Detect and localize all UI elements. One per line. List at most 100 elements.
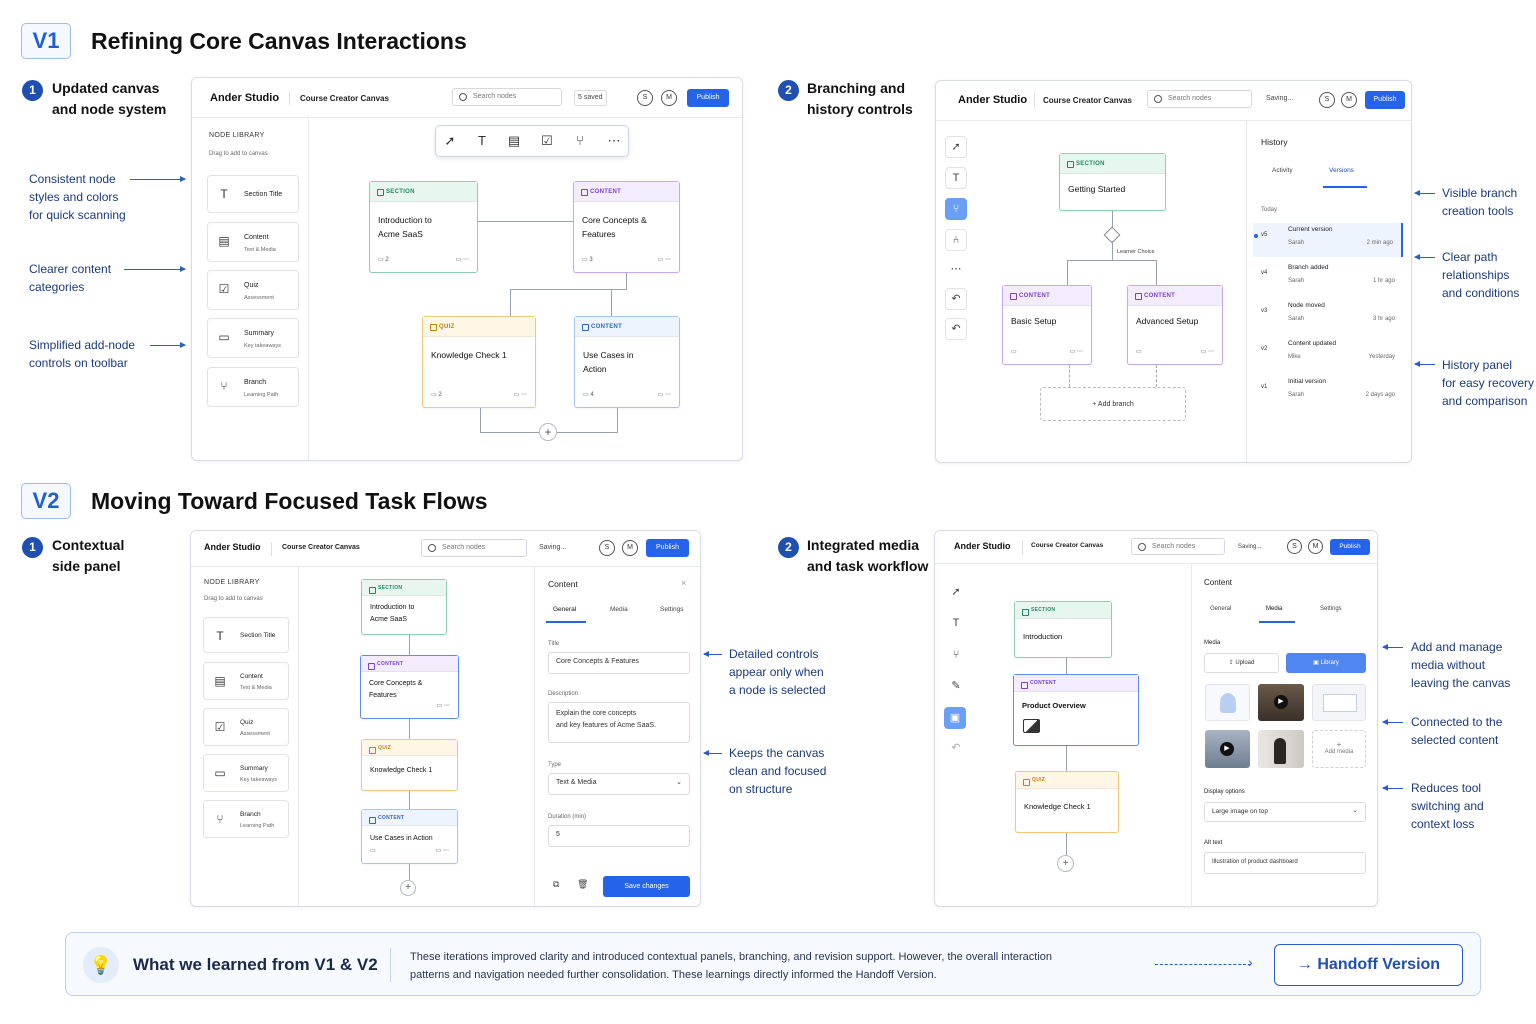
upload-button[interactable]: ⇪ Upload [1204, 653, 1279, 673]
tab-versions[interactable]: Versions [1329, 167, 1354, 174]
tab-settings[interactable]: Settings [660, 606, 684, 613]
version-item[interactable]: v5 Current version Sarah 2 min ago [1253, 223, 1403, 257]
more-icon[interactable]: ⋯ [945, 259, 967, 281]
avatar[interactable]: M [661, 90, 677, 106]
publish-button[interactable]: Publish [1330, 539, 1370, 555]
add-media-tile[interactable]: + Add media [1312, 730, 1366, 768]
branch-tool-icon[interactable]: ⑂ [945, 198, 967, 220]
alt-text-field[interactable]: Illustration of product dashboard [1204, 852, 1366, 874]
version-item[interactable]: v2 Content updated Mike Yesterday [1253, 337, 1403, 371]
node-quiz[interactable]: QUIZ Knowledge Check 1 [361, 739, 458, 791]
node-section[interactable]: SECTION Getting Started [1059, 153, 1166, 211]
version-item[interactable]: v1 Initial version Sarah 2 days ago [1253, 375, 1403, 409]
avatar[interactable]: S [1287, 539, 1302, 554]
pointer-icon[interactable]: ➚ [945, 582, 967, 604]
photo-thumbnail[interactable] [1258, 730, 1304, 768]
avatar[interactable]: M [1341, 92, 1357, 108]
video-thumbnail[interactable]: ▶ [1205, 730, 1250, 768]
duration-field[interactable]: 5 [548, 825, 690, 847]
avatar[interactable]: S [599, 540, 615, 556]
dashboard-thumbnail[interactable] [1312, 684, 1366, 721]
add-node-button[interactable]: + [1057, 855, 1074, 872]
handoff-version-button[interactable]: → Handoff Version [1274, 944, 1463, 986]
version-item[interactable]: v4 Branch added Sarah 1 hr ago [1253, 261, 1403, 295]
undo-icon[interactable]: ↶ [945, 738, 967, 760]
media-thumbnail[interactable] [1205, 684, 1250, 721]
tab-settings[interactable]: Settings [1320, 606, 1342, 612]
more-icon[interactable]: ▭ ⋯ [436, 847, 449, 854]
search-input[interactable]: Search nodes [421, 539, 527, 557]
tab-general[interactable]: General [1210, 606, 1231, 612]
close-icon[interactable]: × [681, 578, 686, 588]
node-section[interactable]: SECTION Introduction [1014, 601, 1112, 658]
add-node-button[interactable]: + [400, 880, 416, 896]
description-field[interactable]: Explain the core concepts and key featur… [548, 702, 690, 743]
library-item-summary[interactable]: ▭ Summary Key takeaways [203, 754, 289, 792]
tab-general[interactable]: General [553, 606, 576, 613]
text-tool-icon[interactable]: T [472, 131, 492, 151]
library-button[interactable]: ▣ Library [1286, 653, 1366, 673]
trash-icon[interactable]: 🗑 [577, 879, 588, 890]
publish-button[interactable]: Publish [687, 89, 729, 107]
more-icon[interactable]: ▭ ⋯ [369, 702, 450, 712]
library-item-section[interactable]: T Section Title [207, 175, 299, 213]
more-icon[interactable]: ▭ ⋯ [658, 391, 671, 398]
publish-button[interactable]: Publish [646, 539, 689, 557]
media-tool-icon[interactable]: ▣ [944, 707, 966, 729]
checkbox-tool-icon[interactable]: ☑ [537, 131, 557, 151]
duplicate-icon[interactable]: ⧉ [553, 879, 559, 890]
undo-icon[interactable]: ↶ [945, 288, 967, 310]
node-content-selected[interactable]: CONTENT Product Overview [1013, 674, 1139, 746]
node-content[interactable]: CONTENT Basic Setup ▭ ▭ ⋯ [1002, 285, 1092, 365]
pointer-icon[interactable]: ➚ [440, 131, 460, 151]
display-select[interactable]: Large image on top ⌄ [1204, 802, 1366, 822]
node-section[interactable]: SECTION Introduction to Acme SaaS ▭ 2 ▭ ⋯ [369, 181, 478, 273]
branch-alt-icon[interactable]: ⑃ [945, 229, 967, 251]
branch-tool-icon[interactable]: ⑂ [945, 645, 967, 667]
text-tool-icon[interactable]: T [945, 613, 967, 635]
save-changes-button[interactable]: Save changes [603, 876, 690, 897]
add-node-button[interactable]: + [539, 423, 557, 441]
avatar[interactable]: S [637, 90, 653, 106]
node-content[interactable]: CONTENT Core Concepts & Features ▭ 3 ▭ ⋯ [573, 181, 680, 273]
redo-icon[interactable]: ↶ [945, 318, 967, 340]
node-quiz[interactable]: QUIZ Knowledge Check 1 ▭ 2 ▭ ⋯ [422, 316, 536, 408]
library-item-content[interactable]: ▤ Content Text & Media [207, 222, 299, 262]
library-item-summary[interactable]: ▭ Summary Key takeaways [207, 318, 299, 358]
library-item-content[interactable]: ▤ Content Text & Media [203, 662, 289, 700]
avatar[interactable]: S [1319, 92, 1335, 108]
node-content[interactable]: CONTENT Use Cases in Action ▭ 4 ▭ ⋯ [574, 316, 680, 408]
search-input[interactable]: Search nodes [1147, 90, 1252, 108]
branch-tool-icon[interactable]: ⑂ [570, 131, 590, 151]
search-input[interactable]: Search nodes [1131, 538, 1225, 555]
library-item-section[interactable]: T Section Title [203, 617, 289, 653]
more-icon[interactable]: ▭ ⋯ [1201, 348, 1214, 355]
avatar[interactable]: M [1308, 539, 1323, 554]
avatar[interactable]: M [622, 540, 638, 556]
tab-media[interactable]: Media [610, 606, 628, 613]
version-item[interactable]: v3 Node moved Sarah 3 hr ago [1253, 299, 1403, 333]
pointer-icon[interactable]: ➚ [945, 136, 967, 158]
library-item-quiz[interactable]: ☑ Quiz Assessment [207, 270, 299, 310]
video-thumbnail[interactable]: ▶ [1258, 684, 1304, 721]
more-icon[interactable]: ▭ ⋯ [658, 256, 671, 263]
text-tool-icon[interactable]: T [945, 167, 967, 189]
add-branch-button[interactable]: + Add branch [1040, 387, 1186, 421]
type-select[interactable]: Text & Media ⌄ [548, 773, 690, 795]
more-icon[interactable]: ⋯ [604, 131, 624, 151]
more-icon[interactable]: ▭ ⋯ [1070, 348, 1083, 355]
more-icon[interactable]: ▭ ⋯ [514, 391, 527, 398]
tab-media[interactable]: Media [1266, 606, 1282, 612]
edit-icon[interactable]: ✎ [945, 676, 967, 698]
node-content[interactable]: CONTENT Use Cases in Action ▭ ▭ ⋯ [361, 809, 458, 864]
title-field[interactable]: Core Concepts & Features [548, 652, 690, 674]
library-item-branch[interactable]: ⑂ Branch Learning Path [207, 367, 299, 407]
node-section[interactable]: SECTION Introduction to Acme SaaS [361, 579, 447, 635]
node-content-selected[interactable]: CONTENT Core Concepts & Features ▭ ⋯ [360, 655, 459, 719]
search-input[interactable]: Search nodes [452, 88, 562, 106]
node-quiz[interactable]: QUIZ Knowledge Check 1 [1015, 771, 1119, 833]
publish-button[interactable]: Publish [1365, 91, 1405, 109]
library-item-quiz[interactable]: ☑ Quiz Assessment [203, 708, 289, 746]
library-item-branch[interactable]: ⑂ Branch Learning Path [203, 800, 289, 838]
document-tool-icon[interactable]: ▤ [504, 131, 524, 151]
